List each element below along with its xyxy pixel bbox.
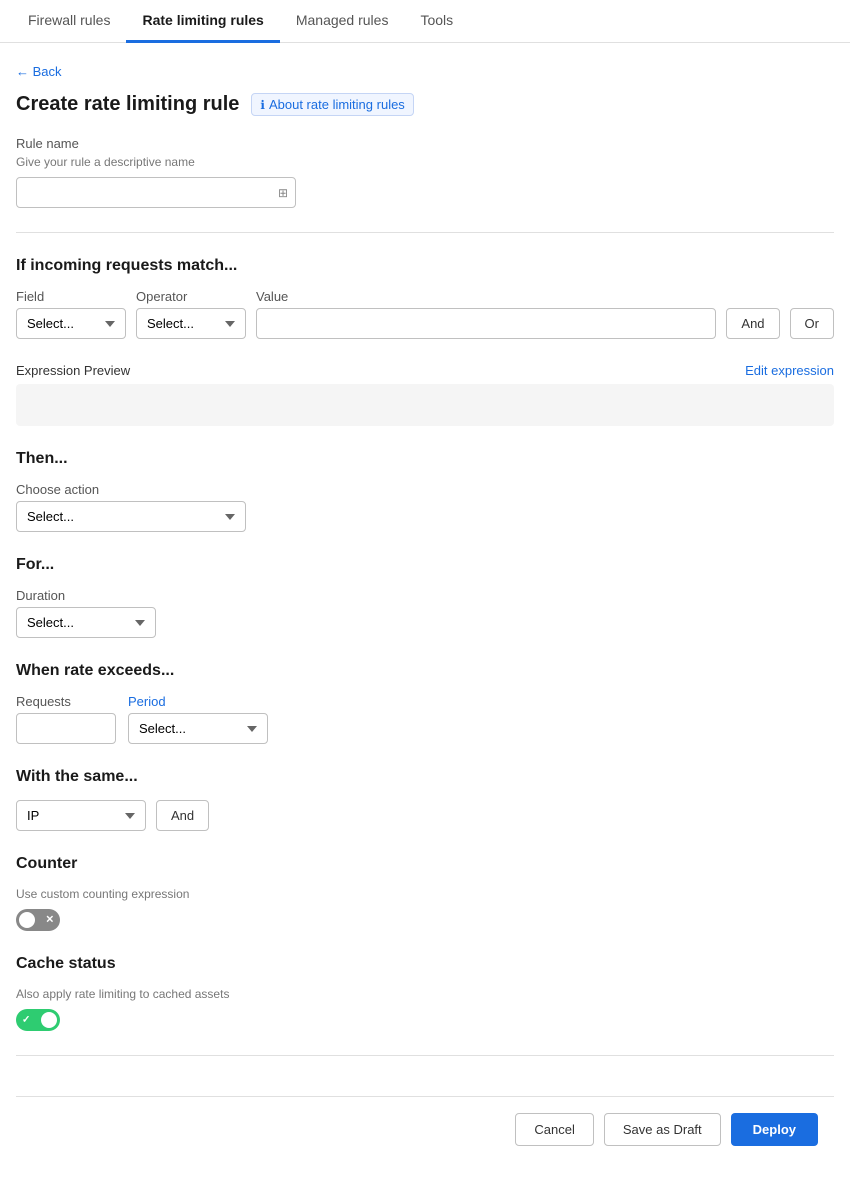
expression-preview-label: Expression Preview <box>16 363 130 378</box>
cache-toggle-track: ✓ <box>16 1009 60 1031</box>
period-label: Period <box>128 694 268 709</box>
requests-col: Requests <box>16 694 116 744</box>
requests-label: Requests <box>16 694 116 709</box>
field-label: Field <box>16 289 126 304</box>
rule-name-label: Rule name <box>16 136 834 151</box>
condition-row: Field Select... Operator Select... Value… <box>16 289 834 339</box>
save-as-draft-button[interactable]: Save as Draft <box>604 1113 721 1146</box>
tab-firewall-rules[interactable]: Firewall rules <box>12 0 126 43</box>
counter-toggle[interactable]: ✕ <box>16 909 60 931</box>
with-same-title: With the same... <box>16 768 834 786</box>
operator-select[interactable]: Select... <box>136 308 246 339</box>
counter-toggle-wrapper: ✕ <box>16 909 60 931</box>
counter-toggle-off-icon: ✕ <box>46 915 54 926</box>
tab-tools[interactable]: Tools <box>404 0 469 43</box>
value-input[interactable] <box>256 308 716 339</box>
back-link[interactable]: ← Back <box>16 64 62 79</box>
rate-exceeds-row: Requests Period Select... <box>16 694 834 744</box>
deploy-button[interactable]: Deploy <box>731 1113 818 1146</box>
page-title: Create rate limiting rule <box>16 93 239 116</box>
cache-toggle-wrapper: ✓ <box>16 1009 60 1031</box>
counter-toggle-thumb <box>19 912 35 928</box>
value-label: Value <box>256 289 716 304</box>
choose-action-label: Choose action <box>16 482 834 497</box>
counter-title: Counter <box>16 855 834 873</box>
value-col: Value <box>256 289 716 339</box>
info-icon: ℹ <box>260 98 265 112</box>
cache-status-title: Cache status <box>16 955 834 973</box>
counter-toggle-track: ✕ <box>16 909 60 931</box>
cancel-button[interactable]: Cancel <box>515 1113 593 1146</box>
cache-status-hint: Also apply rate limiting to cached asset… <box>16 987 834 1001</box>
edit-expression-link[interactable]: Edit expression <box>745 363 834 378</box>
then-title: Then... <box>16 450 834 468</box>
counter-hint: Use custom counting expression <box>16 887 834 901</box>
with-same-and-button[interactable]: And <box>156 800 209 831</box>
action-select[interactable]: Select... <box>16 501 246 532</box>
period-col: Period Select... <box>128 694 268 744</box>
rule-name-icon: ⊞ <box>278 186 288 200</box>
operator-label: Operator <box>136 289 246 304</box>
requests-input[interactable] <box>16 713 116 744</box>
about-link-label: About rate limiting rules <box>269 97 405 112</box>
and-button[interactable]: And <box>726 308 779 339</box>
bottom-bar: Cancel Save as Draft Deploy <box>16 1096 834 1162</box>
field-col: Field Select... <box>16 289 126 339</box>
tab-rate-limiting-rules[interactable]: Rate limiting rules <box>126 0 279 43</box>
duration-label: Duration <box>16 588 834 603</box>
rule-name-field-wrapper: ⊞ <box>16 177 296 208</box>
tab-managed-rules[interactable]: Managed rules <box>280 0 405 43</box>
cache-toggle-thumb <box>41 1012 57 1028</box>
rate-exceeds-title: When rate exceeds... <box>16 662 834 680</box>
duration-select[interactable]: Select... <box>16 607 156 638</box>
nav-tabs: Firewall rules Rate limiting rules Manag… <box>0 0 850 43</box>
operator-col: Operator Select... <box>136 289 246 339</box>
divider-bottom <box>16 1055 834 1056</box>
field-select[interactable]: Select... <box>16 308 126 339</box>
for-title: For... <box>16 556 834 574</box>
cache-toggle-on-icon: ✓ <box>22 1015 30 1026</box>
with-same-row: IP And <box>16 800 834 831</box>
expression-preview-row: Expression Preview Edit expression <box>16 363 834 378</box>
cache-toggle[interactable]: ✓ <box>16 1009 60 1031</box>
incoming-requests-title: If incoming requests match... <box>16 257 834 275</box>
with-same-select[interactable]: IP <box>16 800 146 831</box>
or-button[interactable]: Or <box>790 308 834 339</box>
rule-name-input[interactable] <box>16 177 296 208</box>
divider-1 <box>16 232 834 233</box>
about-rate-limiting-link[interactable]: ℹ About rate limiting rules <box>251 93 413 116</box>
period-select[interactable]: Select... <box>128 713 268 744</box>
rule-name-hint: Give your rule a descriptive name <box>16 155 834 169</box>
expression-preview-box <box>16 384 834 426</box>
